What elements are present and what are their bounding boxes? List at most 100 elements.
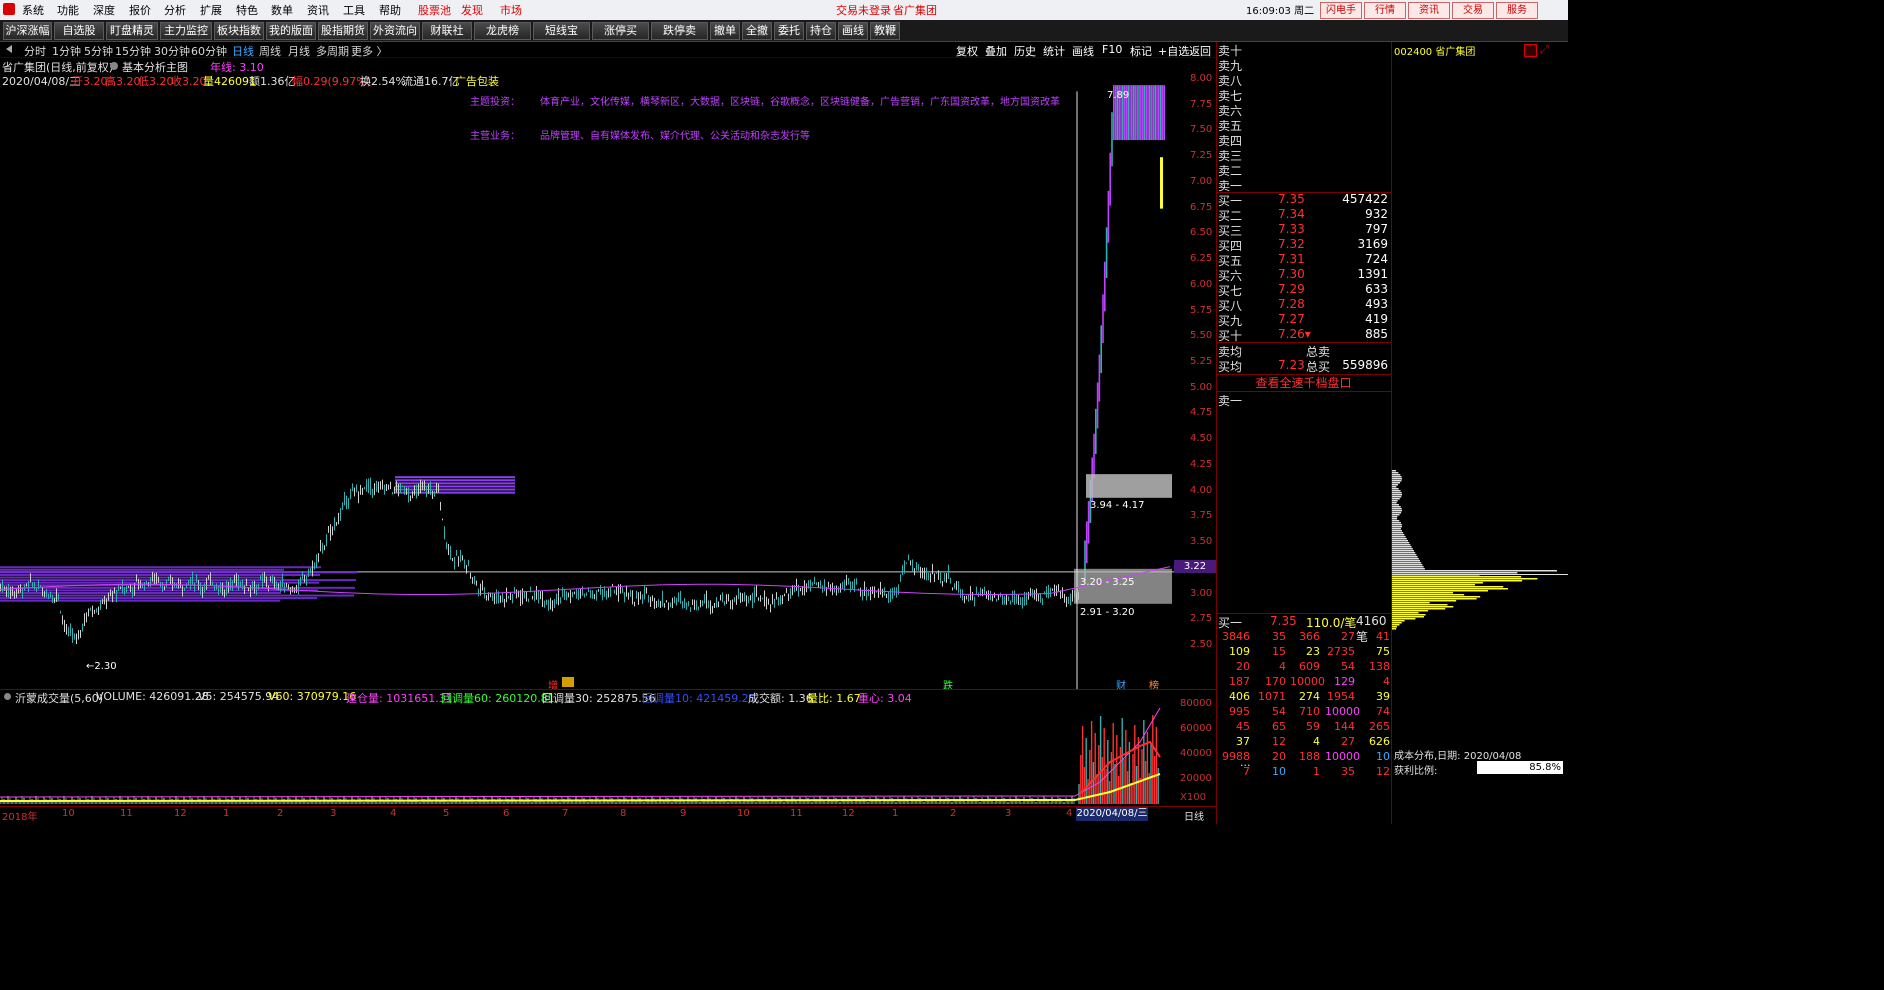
view-full-depth-button[interactable]: 查看全速千档盘口 — [1216, 374, 1391, 392]
buy-level-row[interactable]: 买三 7.33 797 — [1218, 222, 1390, 238]
right-stock-code: 002400 省广集团 — [1394, 47, 1476, 58]
cost-distribution-bar — [1392, 558, 1419, 560]
menu-item-quotes[interactable]: 报价 — [129, 2, 151, 18]
toolbar-button-13[interactable]: 撤单 — [710, 22, 740, 40]
sell-level-row[interactable]: 卖五 — [1218, 117, 1390, 133]
sell-level-row[interactable]: 卖八 — [1218, 72, 1390, 88]
cost-distribution-bar — [1392, 522, 1401, 524]
cost-distribution-chart — [1392, 470, 1557, 630]
cost-distribution-bar — [1392, 616, 1424, 618]
toolbar-button-15[interactable]: 委托 — [774, 22, 804, 40]
menu-item-tools[interactable]: 工具 — [343, 2, 365, 18]
cost-distribution-bar — [1392, 554, 1417, 556]
time-axis-label: 10 — [737, 808, 750, 819]
time-axis-label: 2018年 — [2, 812, 38, 823]
flash-trade-button[interactable]: 闪电手 — [1320, 2, 1362, 19]
cost-distribution-bar — [1392, 552, 1416, 554]
menu-item-stock-pool[interactable]: 股票池 — [418, 2, 451, 18]
tick-row: 3846 35 366 27 41 — [1222, 630, 1390, 643]
menu-item-analysis[interactable]: 分析 — [164, 2, 186, 18]
cursor-date-tag: 2020/04/08/三 — [1076, 807, 1148, 821]
toolbar-button-18[interactable]: 教鞭 — [870, 22, 900, 40]
toolbar-button-10[interactable]: 短线宝 — [533, 22, 590, 40]
sell-level-row[interactable]: 卖九 — [1218, 57, 1390, 73]
candlestick-chart[interactable] — [0, 57, 1216, 689]
period-bar: 分时 1分钟 5分钟 15分钟 30分钟 60分钟 日线 周线 月线 多周期 更多 〉复权 叠加 历史统… — [0, 42, 1216, 58]
volume-chart[interactable] — [0, 702, 1216, 806]
volume-indicator-toggle-icon[interactable] — [4, 693, 11, 700]
cost-distribution-bar — [1392, 620, 1405, 622]
price-axis-label: 6.50 — [1190, 227, 1213, 239]
toolbar-button-7[interactable]: 外资流向 — [370, 22, 420, 40]
sell-level-row[interactable]: 卖一 — [1218, 177, 1390, 193]
menu-item-function[interactable]: 功能 — [57, 2, 79, 18]
menu-item-discover[interactable]: 发现 — [461, 2, 483, 18]
sell-level-row[interactable]: 卖四 — [1218, 132, 1390, 148]
toolbar-button-9[interactable]: 龙虎榜 — [474, 22, 531, 40]
news-button[interactable]: 资讯 — [1408, 2, 1450, 19]
buy-level-row[interactable]: 买一 7.35 457422 — [1218, 192, 1390, 208]
sell-level-row[interactable]: 卖十 — [1218, 42, 1390, 58]
buy-level-row[interactable]: 买九 7.27 419 — [1218, 312, 1390, 328]
cost-distribution-bar — [1392, 516, 1398, 518]
tick-row: 995 54 710 10000 74 — [1229, 705, 1390, 718]
quotes-button[interactable]: 行情 — [1364, 2, 1406, 19]
toolbar-button-14[interactable]: 全撤 — [742, 22, 772, 40]
period-label: 日线 — [1184, 812, 1204, 823]
toolbar-button-6[interactable]: 股指期货 — [318, 22, 368, 40]
menu-item-depth[interactable]: 深度 — [93, 2, 115, 18]
menu-item-market[interactable]: 市场 — [500, 2, 522, 18]
login-status[interactable]: 交易未登录 — [836, 2, 891, 18]
buy-level-row[interactable]: 买五 7.31 724 — [1218, 252, 1390, 268]
toolbar-button-3[interactable]: 主力监控 — [160, 22, 212, 40]
time-axis-label: 5 — [443, 808, 450, 819]
buy-level-row[interactable]: 买四 7.32 3169 — [1218, 237, 1390, 253]
toolbar-button-5[interactable]: 我的版面 — [266, 22, 316, 40]
cost-distribution-bar — [1392, 584, 1475, 586]
expand-icon[interactable]: ⤢ — [1540, 43, 1549, 57]
sell-level-row[interactable]: 卖二 — [1218, 162, 1390, 178]
menu-item-system[interactable]: 系统 — [22, 2, 44, 18]
toolbar-button-8[interactable]: 财联社 — [422, 22, 472, 40]
buy-level-row[interactable]: 买二 7.34 932 — [1218, 207, 1390, 223]
toolbar-button-11[interactable]: 涨停买 — [592, 22, 649, 40]
menu-item-news[interactable]: 资讯 — [307, 2, 329, 18]
trade-button[interactable]: 交易 — [1452, 2, 1494, 19]
buy-level-row[interactable]: 买七 7.29 633 — [1218, 282, 1390, 298]
sell-level-row[interactable]: 卖三 — [1218, 147, 1390, 163]
price-axis-label: 5.25 — [1190, 356, 1213, 367]
time-axis-label: 1 — [223, 808, 230, 819]
tick-ellipsis: ... — [1240, 756, 1251, 769]
volume-profile-bar — [0, 571, 357, 574]
tick-row: 406 1071 274 1954 39 — [1229, 690, 1390, 703]
toolbar-button-2[interactable]: 盯盘精灵 — [106, 22, 158, 40]
chart-tool-5[interactable]: F10 — [1102, 43, 1122, 56]
toolbar-button-17[interactable]: 画线 — [838, 22, 868, 40]
menu-item-feature[interactable]: 特色 — [236, 2, 258, 18]
service-button[interactable]: 服务 — [1496, 2, 1538, 19]
period-collapse-icon[interactable] — [6, 45, 12, 53]
sell-level-row[interactable]: 卖七 — [1218, 87, 1390, 103]
buy-level-row[interactable]: 买六 7.30 1391 — [1218, 267, 1390, 283]
price-axis-label: 4.00 — [1190, 484, 1213, 496]
cost-distribution-bar — [1392, 514, 1400, 516]
price-axis-label: 6.00 — [1190, 278, 1213, 290]
price-axis-label: 5.00 — [1190, 381, 1213, 393]
toolbar-button-0[interactable]: 沪深涨幅 — [3, 22, 52, 40]
menu-item-order[interactable]: 数单 — [271, 2, 293, 18]
toolbar-button-12[interactable]: 跌停卖 — [651, 22, 708, 40]
buy-level-row[interactable]: 买八 7.28 493 — [1218, 297, 1390, 313]
sell-level-row[interactable]: 卖六 — [1218, 102, 1390, 118]
cost-distribution-bar — [1392, 530, 1402, 532]
toolbar-button-1[interactable]: 自选股 — [54, 22, 104, 40]
menu-item-help[interactable]: 帮助 — [379, 2, 401, 18]
toolbar-button-4[interactable]: 板块指数 — [214, 22, 264, 40]
buy-average-row: 买均 7.23 总买 559896 — [1218, 358, 1388, 374]
buy-level-row[interactable]: 买十 7.26▾ 885 — [1218, 327, 1390, 343]
toolbar: 沪深涨幅 自选股 盯盘精灵 主力监控 板块指数 我的版面 股指期货 外资流向 财联社 龙虎榜 短线宝… — [0, 20, 1568, 42]
volume-axis-20000: 20000 — [1180, 773, 1212, 784]
flag-icon[interactable] — [1524, 44, 1537, 57]
toolbar-button-16[interactable]: 持仓 — [806, 22, 836, 40]
cost-distribution-bar — [1392, 504, 1399, 506]
menu-item-extend[interactable]: 扩展 — [200, 2, 222, 18]
